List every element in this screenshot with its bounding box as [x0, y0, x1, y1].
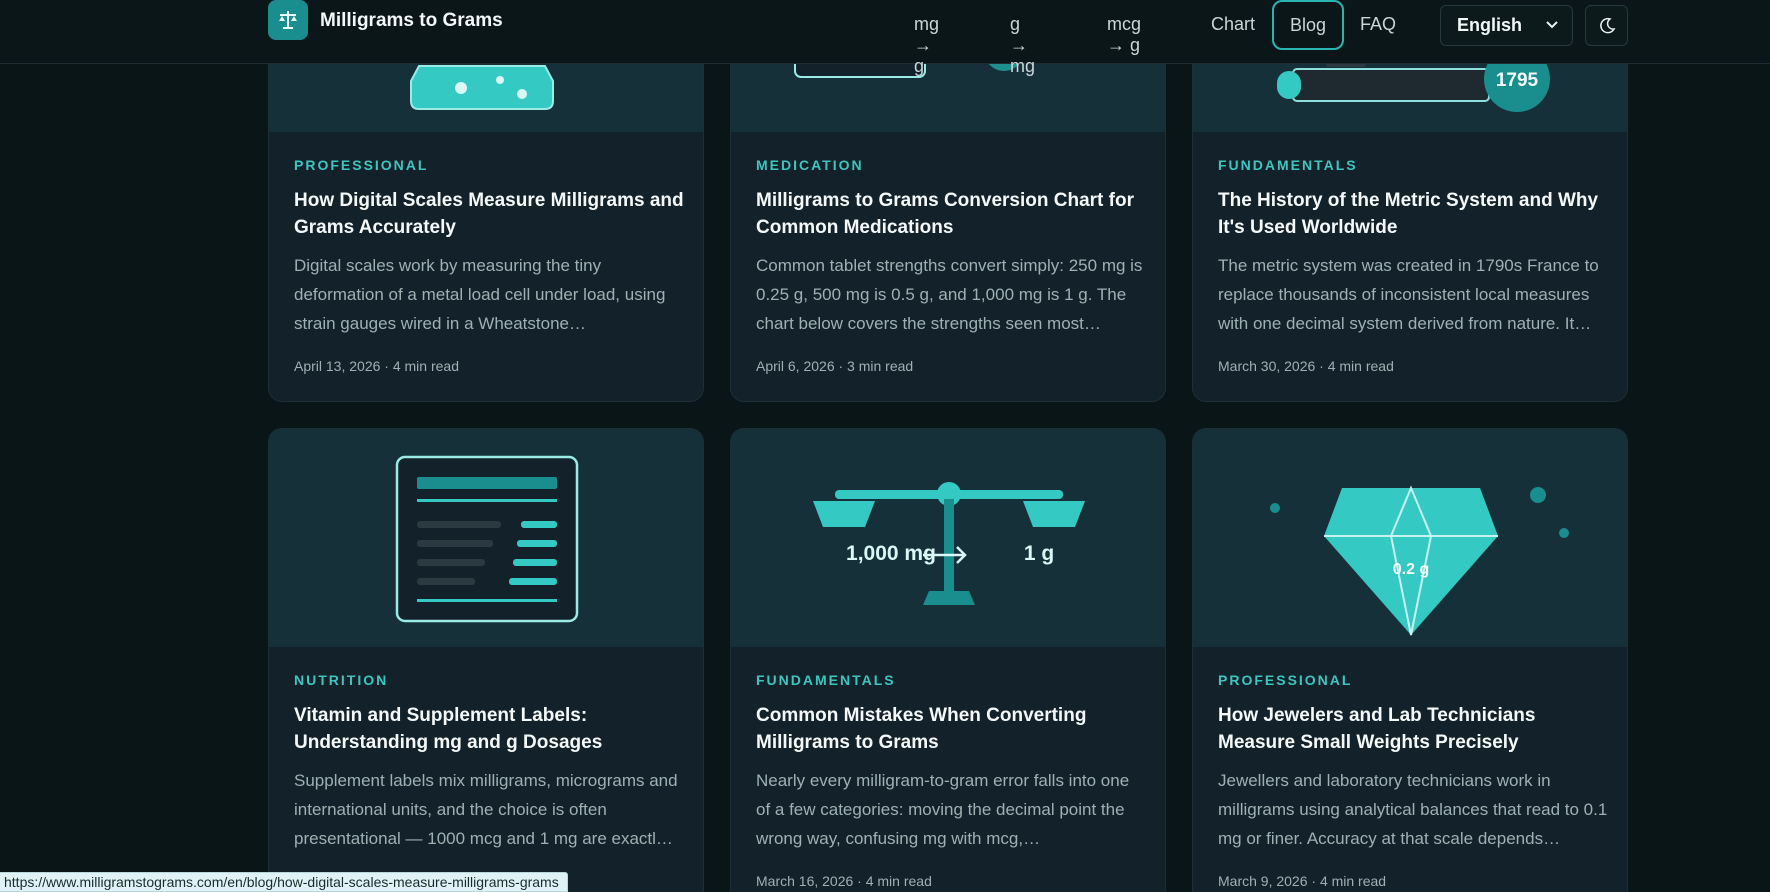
card-category: MEDICATION	[756, 157, 864, 173]
language-value: English	[1457, 15, 1523, 35]
theme-toggle-button[interactable]	[1585, 5, 1628, 46]
language-select[interactable]: English	[1440, 5, 1573, 46]
nav-blog[interactable]: Blog	[1272, 0, 1344, 50]
g-label: 1 g	[1024, 542, 1054, 565]
card-meta: April 13, 2026 · 4 min read	[294, 358, 459, 374]
card-image: 0.2 g	[1193, 429, 1627, 647]
scale-icon	[279, 11, 297, 29]
blog-card[interactable]: 1,000 mg 1 g FUNDAMENTALS Common Mistake…	[730, 428, 1166, 892]
card-body: FUNDAMENTALS The History of the Metric S…	[1218, 157, 1608, 374]
top-navbar: Milligrams to Grams mg → g g → mg mcg → …	[0, 0, 1770, 76]
card-body: PROFESSIONAL How Digital Scales Measure …	[294, 157, 684, 374]
card-excerpt: Common tablet strengths convert simply: …	[756, 256, 1143, 333]
nav-mcg-to-g[interactable]: mcg → g	[1107, 14, 1141, 56]
card-image: 1,000 mg 1 g	[731, 429, 1165, 647]
card-body: PROFESSIONAL How Jewelers and Lab Techni…	[1218, 672, 1608, 889]
nav-blog-label: Blog	[1289, 14, 1327, 35]
card-title[interactable]: Milligrams to Grams Conversion Chart for…	[756, 187, 1146, 241]
card-excerpt: Supplement labels mix milligrams, microg…	[294, 771, 678, 848]
card-title[interactable]: Common Mistakes When Converting Milligra…	[756, 702, 1146, 756]
card-meta: March 9, 2026 · 4 min read	[1218, 873, 1387, 889]
card-category: FUNDAMENTALS	[1218, 157, 1358, 173]
moon-icon	[1599, 17, 1615, 33]
card-body: FUNDAMENTALS Common Mistakes When Conver…	[756, 672, 1146, 889]
balance-illustration: 1,000 mg 1 g	[813, 482, 1085, 605]
card-excerpt: Digital scales work by measuring the tin…	[294, 256, 666, 333]
blog-card[interactable]: 0.2 g PROFESSIONAL How Jewelers and Lab …	[1192, 428, 1628, 892]
card-meta: March 16, 2026 · 4 min read	[756, 873, 932, 889]
card-title[interactable]: The History of the Metric System and Why…	[1218, 187, 1608, 241]
year-label: 1795	[1496, 70, 1539, 91]
mg-label: 1,000 mg	[846, 542, 936, 565]
status-bar-url: https://www.milligramstograms.com/en/blo…	[0, 872, 568, 892]
card-category: PROFESSIONAL	[294, 157, 429, 173]
logo[interactable]	[268, 0, 308, 40]
card-title[interactable]: How Digital Scales Measure Milligrams an…	[294, 187, 684, 241]
brand-name[interactable]: Milligrams to Grams	[320, 10, 503, 32]
card-meta: March 30, 2026 · 4 min read	[1218, 358, 1394, 374]
nav-g-to-mg[interactable]: g → mg	[1010, 14, 1035, 77]
card-image	[269, 429, 703, 647]
card-category: PROFESSIONAL	[1218, 672, 1353, 688]
card-body: NUTRITION Vitamin and Supplement Labels:…	[294, 672, 684, 873]
weight-label: 0.2 g	[1393, 561, 1429, 578]
card-category: FUNDAMENTALS	[756, 672, 896, 688]
nav-faq[interactable]: FAQ	[1360, 14, 1396, 35]
card-excerpt: Jewellers and laboratory technicians wor…	[1218, 771, 1608, 848]
label-illustration	[395, 455, 579, 623]
card-excerpt: The metric system was created in 1790s F…	[1218, 256, 1599, 333]
blog-card[interactable]: NUTRITION Vitamin and Supplement Labels:…	[268, 428, 704, 892]
diamond-illustration: 0.2 g	[1270, 485, 1569, 636]
card-body: MEDICATION Milligrams to Grams Conversio…	[756, 157, 1146, 374]
card-title[interactable]: How Jewelers and Lab Technicians Measure…	[1218, 702, 1608, 756]
card-meta: April 6, 2026 · 3 min read	[756, 358, 914, 374]
nav-mg-to-g[interactable]: mg → g	[914, 14, 939, 77]
card-excerpt: Nearly every milligram-to-gram error fal…	[756, 771, 1130, 848]
card-title[interactable]: Vitamin and Supplement Labels: Understan…	[294, 702, 684, 756]
chevron-down-icon	[1546, 21, 1558, 29]
card-category: NUTRITION	[294, 672, 389, 688]
nav-chart[interactable]: Chart	[1211, 14, 1255, 35]
